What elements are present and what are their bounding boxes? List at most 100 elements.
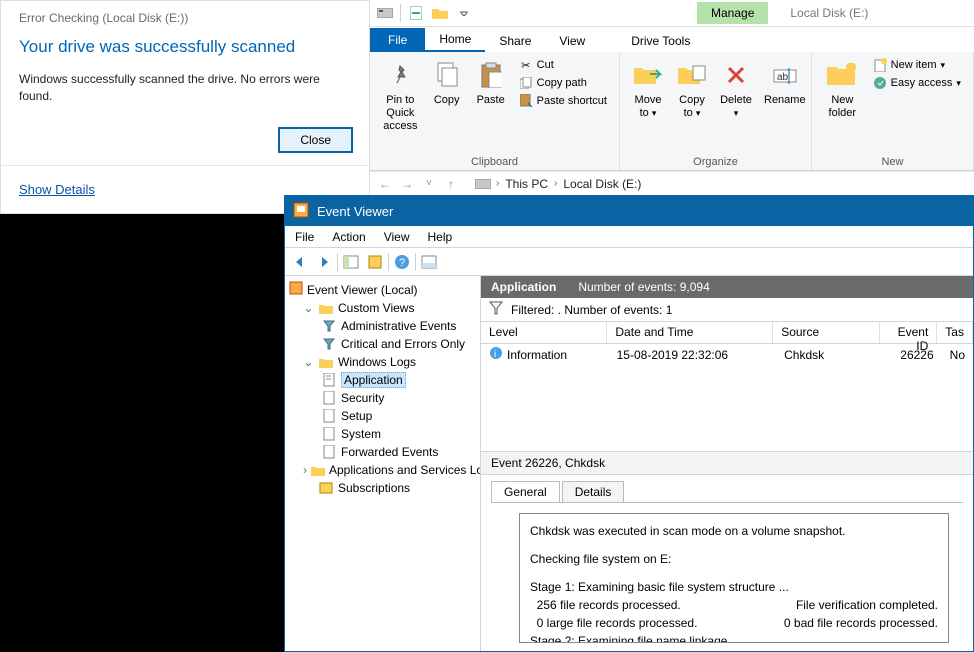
- event-row[interactable]: iInformation 15-08-2019 22:32:06 Chkdsk …: [481, 344, 973, 366]
- tree-custom-views[interactable]: ⌄ Custom Views: [287, 299, 478, 317]
- rename-label: Rename: [764, 94, 806, 107]
- back-button[interactable]: ←: [376, 175, 394, 193]
- tab-details[interactable]: Details: [562, 481, 625, 502]
- paste-shortcut-button[interactable]: Paste shortcut: [513, 92, 613, 110]
- forward-button[interactable]: [313, 251, 335, 273]
- tree-forwarded[interactable]: Forwarded Events: [287, 443, 478, 461]
- tree-windows-logs[interactable]: ⌄Windows Logs: [287, 353, 478, 371]
- easy-access-button[interactable]: Easy access ▾: [867, 74, 967, 92]
- tree-critical-errors[interactable]: Critical and Errors Only: [287, 335, 478, 353]
- paste-button[interactable]: Paste: [469, 56, 513, 156]
- menu-help[interactable]: Help: [428, 230, 453, 244]
- collapse-icon[interactable]: ⌄: [303, 355, 314, 369]
- close-button[interactable]: Close: [278, 127, 353, 153]
- detail-line: 0 large file records processed.0 bad fil…: [530, 614, 938, 632]
- tree-application[interactable]: Application: [287, 371, 478, 389]
- help-button[interactable]: ?: [391, 251, 413, 273]
- tab-view[interactable]: View: [545, 30, 599, 52]
- tree-label: Critical and Errors Only: [341, 337, 465, 351]
- tree-subscriptions[interactable]: Subscriptions: [287, 479, 478, 497]
- dialog-button-row: Close: [1, 115, 369, 166]
- crumb-sep[interactable]: ›: [554, 178, 557, 189]
- cell-level-text: Information: [507, 348, 567, 362]
- copy-button[interactable]: Copy: [425, 56, 469, 156]
- crumb-thispc[interactable]: This PC: [503, 177, 550, 191]
- qat-dropdown-icon[interactable]: [455, 4, 473, 22]
- event-viewer-tree-icon: [289, 281, 303, 298]
- move-to-button[interactable]: Move to ▾: [626, 56, 670, 156]
- tab-general[interactable]: General: [491, 481, 560, 502]
- properties-icon[interactable]: [407, 4, 425, 22]
- log-icon: [321, 390, 337, 406]
- menu-view[interactable]: View: [384, 230, 410, 244]
- col-level[interactable]: Level: [481, 322, 607, 343]
- delete-button[interactable]: Delete ▾: [714, 56, 758, 156]
- show-hide-tree-button[interactable]: [340, 251, 362, 273]
- tree-admin-events[interactable]: Administrative Events: [287, 317, 478, 335]
- up-button[interactable]: ↑: [442, 175, 460, 193]
- new-folder-button[interactable]: New folder: [818, 56, 867, 156]
- tab-home[interactable]: Home: [425, 28, 485, 52]
- tree-label: System: [341, 427, 381, 441]
- collapse-icon[interactable]: ⌄: [303, 301, 314, 315]
- expand-icon[interactable]: ›: [303, 463, 307, 477]
- event-viewer-window: Event Viewer File Action View Help ? Eve…: [284, 195, 974, 652]
- easy-access-label: Easy access: [891, 77, 953, 89]
- log-icon: [321, 426, 337, 442]
- tree-security[interactable]: Security: [287, 389, 478, 407]
- back-button[interactable]: [289, 251, 311, 273]
- group-label-organize: Organize: [626, 156, 805, 170]
- tree-setup[interactable]: Setup: [287, 407, 478, 425]
- tree-root[interactable]: Event Viewer (Local): [287, 280, 478, 299]
- new-item-label: New item: [891, 59, 937, 71]
- delete-label: Delete ▾: [720, 94, 752, 120]
- cut-button[interactable]: ✂Cut: [513, 56, 613, 74]
- separator: [400, 4, 401, 22]
- tab-file[interactable]: File: [370, 28, 425, 52]
- menu-file[interactable]: File: [295, 230, 314, 244]
- tree-label: Subscriptions: [338, 481, 410, 495]
- forward-button[interactable]: →: [398, 175, 416, 193]
- col-source[interactable]: Source: [773, 322, 880, 343]
- new-item-button[interactable]: New item ▾: [867, 56, 967, 74]
- header-app: Application: [491, 280, 556, 294]
- col-date[interactable]: Date and Time: [607, 322, 773, 343]
- tab-share[interactable]: Share: [485, 30, 545, 52]
- folder-icon: [318, 300, 334, 316]
- crumb-disk[interactable]: Local Disk (E:): [561, 177, 643, 191]
- copy-path-icon: [519, 76, 533, 90]
- col-eventid[interactable]: Event ID: [880, 322, 937, 343]
- detail-line: Checking file system on E:: [530, 550, 938, 568]
- crumb-sep[interactable]: ›: [496, 178, 499, 189]
- delete-icon: [720, 59, 752, 91]
- copy-path-button[interactable]: Copy path: [513, 74, 613, 92]
- tree-label: Applications and Services Lo: [329, 463, 481, 477]
- folder-icon[interactable]: [431, 4, 449, 22]
- new-item-icon: [873, 58, 887, 72]
- separator: [337, 253, 338, 271]
- log-icon: [321, 444, 337, 460]
- tree-apps-services[interactable]: › Applications and Services Lo: [287, 461, 478, 479]
- copy-to-button[interactable]: Copy to ▾: [670, 56, 714, 156]
- pin-label: Pin to Quick access: [382, 94, 419, 134]
- manage-tab[interactable]: Manage: [697, 2, 768, 24]
- rename-button[interactable]: ab Rename: [758, 56, 812, 156]
- paste-shortcut-label: Paste shortcut: [537, 95, 607, 107]
- ribbon-tabs: File Home Share View Drive Tools: [370, 27, 974, 52]
- tab-drive-tools[interactable]: Drive Tools: [617, 30, 704, 52]
- pin-button[interactable]: Pin to Quick access: [376, 56, 425, 156]
- tree-label: Custom Views: [338, 301, 414, 315]
- preview-button[interactable]: [418, 251, 440, 273]
- cell-source: Chkdsk: [776, 346, 884, 364]
- history-dropdown[interactable]: ˅: [420, 175, 438, 193]
- copy-icon: [431, 59, 463, 91]
- dialog-heading: Your drive was successfully scanned: [1, 31, 369, 67]
- properties-button[interactable]: [364, 251, 386, 273]
- menu-action[interactable]: Action: [332, 230, 365, 244]
- tree-system[interactable]: System: [287, 425, 478, 443]
- copy-path-label: Copy path: [537, 77, 587, 89]
- detail-text: Chkdsk was executed in scan mode on a vo…: [519, 513, 949, 643]
- log-icon: [321, 408, 337, 424]
- col-task[interactable]: Tas: [937, 322, 973, 343]
- filter-icon[interactable]: [489, 301, 503, 318]
